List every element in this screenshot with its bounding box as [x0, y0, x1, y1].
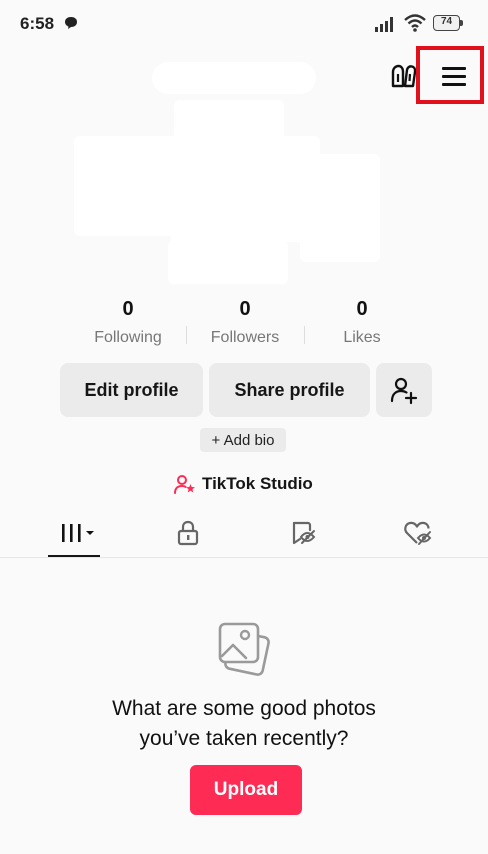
following-count: 0	[122, 298, 134, 320]
add-friend-button[interactable]	[376, 363, 432, 417]
menu-icon[interactable]	[440, 64, 470, 88]
studio-label: TikTok Studio	[202, 474, 313, 493]
liked-icon	[404, 521, 432, 545]
tab-liked[interactable]	[388, 516, 448, 550]
username-redacted	[152, 62, 316, 94]
battery-icon: 74	[433, 15, 463, 31]
photos-icon	[214, 620, 274, 678]
chevron-down-icon	[86, 531, 94, 535]
status-time: 6:58	[20, 14, 55, 33]
empty-state-line2: you’ve taken recently?	[139, 727, 349, 750]
videos-grid-icon	[62, 524, 94, 542]
tab-private[interactable]	[158, 516, 218, 550]
edit-profile-button[interactable]: Edit profile	[60, 363, 203, 417]
signal-icon	[375, 17, 393, 32]
avatar-redacted	[74, 100, 384, 286]
tabs-divider	[0, 557, 488, 558]
friends-icon[interactable]	[388, 62, 418, 90]
followers-label: Followers	[210, 329, 280, 346]
tab-reposts[interactable]	[273, 516, 333, 550]
message-icon	[65, 17, 77, 29]
tab-videos[interactable]	[44, 516, 104, 550]
followers-count: 0	[239, 298, 251, 320]
stat-divider	[186, 326, 187, 344]
lock-icon	[177, 520, 199, 546]
studio-user-icon	[174, 475, 195, 494]
likes-count: 0	[356, 298, 368, 320]
empty-state-message: What are some good photos you’ve taken r…	[0, 694, 488, 754]
tiktok-studio-link[interactable]: TikTok Studio	[174, 471, 313, 497]
reposts-icon	[292, 521, 316, 545]
empty-state-line1: What are some good photos	[112, 697, 376, 720]
battery-level: 74	[440, 16, 453, 27]
add-user-icon	[390, 377, 418, 405]
add-bio-button[interactable]: + Add bio	[200, 428, 286, 452]
stat-following[interactable]: 0 Following	[73, 298, 183, 347]
following-label: Following	[94, 329, 162, 346]
stat-followers[interactable]: 0 Followers	[190, 298, 300, 347]
stat-divider	[304, 326, 305, 344]
likes-label: Likes	[343, 329, 381, 346]
share-profile-button[interactable]: Share profile	[209, 363, 370, 417]
wifi-icon	[404, 14, 426, 32]
upload-button[interactable]: Upload	[190, 765, 302, 815]
stat-likes[interactable]: 0 Likes	[307, 298, 417, 347]
